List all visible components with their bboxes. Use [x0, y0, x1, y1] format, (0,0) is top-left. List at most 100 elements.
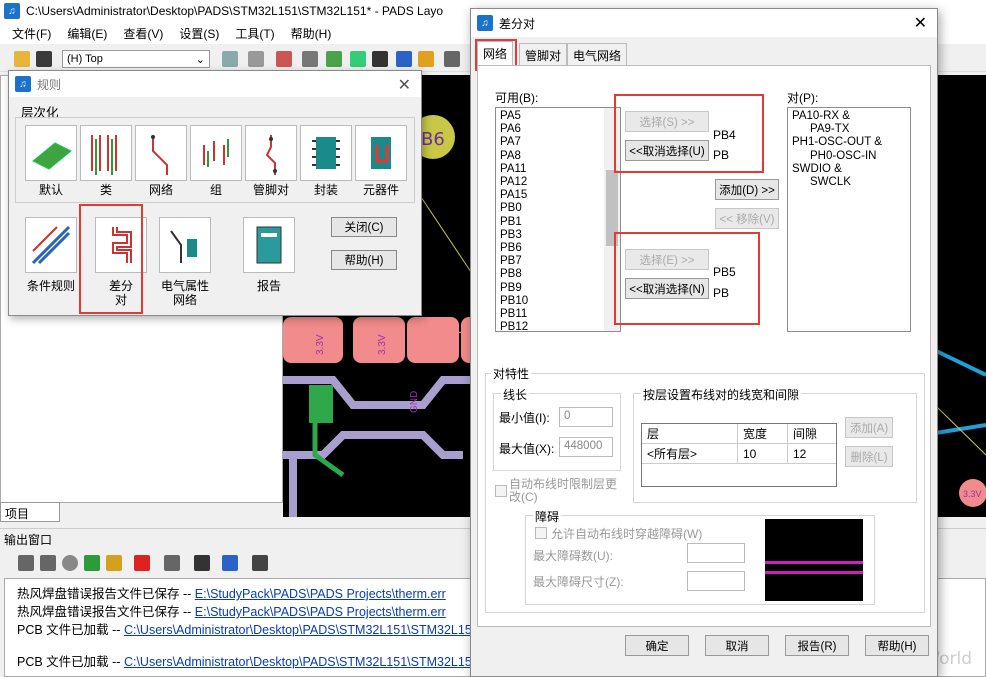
- table-delete-button[interactable]: 删除(L): [845, 446, 893, 467]
- list-item[interactable]: PA7: [500, 136, 600, 149]
- rule-footprint-button[interactable]: [300, 125, 352, 181]
- list-item[interactable]: PH1-OSC-OUT &: [792, 136, 906, 149]
- deselect-u-button[interactable]: <<取消选择(U): [625, 140, 709, 161]
- available-scrollbar[interactable]: [604, 108, 620, 331]
- pairs-listbox[interactable]: PA10-RX & PA9-TX PH1-OSC-OUT & PH0-OSC-I…: [787, 107, 911, 332]
- layer-dropdown[interactable]: (H) Top ⌄: [62, 50, 210, 68]
- list-item[interactable]: PA12: [500, 176, 600, 189]
- tab-net[interactable]: 网络: [477, 41, 514, 67]
- toolbar-tool-icon[interactable]: [326, 51, 342, 67]
- arrow-left-icon[interactable]: [18, 555, 34, 571]
- rule-component-button[interactable]: [355, 125, 407, 181]
- help-button[interactable]: 帮助(H): [865, 635, 929, 656]
- menu-view[interactable]: 查看(V): [123, 25, 163, 42]
- log-link[interactable]: E:\StudyPack\PADS\PADS Projects\therm.er…: [195, 605, 446, 619]
- save-icon[interactable]: [36, 51, 52, 67]
- rule-electrical-net-button[interactable]: [159, 217, 211, 273]
- list-item[interactable]: PH0-OSC-IN: [792, 150, 906, 163]
- toolbar-tool-icon[interactable]: [350, 51, 366, 67]
- close-icon[interactable]: ✕: [398, 75, 411, 95]
- rule-net-button[interactable]: [135, 125, 187, 181]
- table-cell[interactable]: 12: [788, 444, 836, 463]
- toolbar-tool-icon[interactable]: [372, 51, 388, 67]
- rule-diff-pair-button[interactable]: [95, 217, 147, 273]
- list-item[interactable]: PB1: [500, 216, 600, 229]
- log-link[interactable]: E:\StudyPack\PADS\PADS Projects\therm.er…: [195, 587, 446, 601]
- print-icon[interactable]: [164, 555, 180, 571]
- max-obstacle-size-input[interactable]: [687, 571, 745, 591]
- table-cell[interactable]: 10: [738, 444, 788, 463]
- list-item[interactable]: PA9-TX: [792, 123, 906, 136]
- select-e-button[interactable]: 选择(E) >>: [625, 249, 709, 270]
- rule-default-button[interactable]: [25, 125, 77, 181]
- arrow-right-icon[interactable]: [40, 555, 56, 571]
- close-button[interactable]: 关闭(C): [331, 217, 397, 237]
- log-link[interactable]: C:\Users\Administrator\Desktop\PADS\STM3…: [124, 623, 502, 637]
- list-item[interactable]: SWDIO &: [792, 163, 906, 176]
- scrollbar-thumb[interactable]: [606, 170, 618, 246]
- menu-setup[interactable]: 设置(S): [179, 25, 219, 42]
- rule-class-button[interactable]: [80, 125, 132, 181]
- macro-icon[interactable]: [222, 555, 238, 571]
- list-item[interactable]: PB12: [500, 321, 600, 331]
- list-item[interactable]: PA6: [500, 123, 600, 136]
- toolbar-tool-icon[interactable]: [418, 51, 434, 67]
- tab-electrical-net[interactable]: 电气网络: [567, 43, 628, 65]
- refresh-icon[interactable]: [84, 555, 100, 571]
- table-cell[interactable]: <所有层>: [642, 444, 738, 463]
- max-length-input[interactable]: 448000: [559, 437, 613, 457]
- allow-obstacle-checkbox[interactable]: [535, 527, 547, 539]
- list-item[interactable]: PA11: [500, 163, 600, 176]
- layer-width-table[interactable]: 层 宽度 间隙 <所有层> 10 12: [641, 423, 837, 487]
- ok-button[interactable]: 确定: [625, 635, 689, 656]
- list-item[interactable]: PB9: [500, 282, 600, 295]
- auto-route-limit-checkbox[interactable]: [495, 485, 507, 497]
- menu-help[interactable]: 帮助(H): [291, 25, 332, 42]
- list-item[interactable]: PB8: [500, 268, 600, 281]
- list-item[interactable]: SWCLK: [792, 176, 906, 189]
- delete-icon[interactable]: [134, 555, 150, 571]
- report-button[interactable]: 报告(R): [785, 635, 849, 656]
- available-listbox[interactable]: PA5 PA6 PA7 PA8 PA11 PA12 PA15 PB0 PB1 P…: [495, 107, 621, 332]
- rule-conditional-button[interactable]: [25, 217, 77, 273]
- list-item[interactable]: PA10-RX &: [792, 110, 906, 123]
- list-item[interactable]: PA8: [500, 150, 600, 163]
- tab-pin-pair[interactable]: 管脚对: [519, 43, 568, 65]
- list-icon[interactable]: [252, 555, 268, 571]
- cancel-button[interactable]: 取消: [705, 635, 769, 656]
- project-tab[interactable]: 项目: [0, 502, 60, 522]
- log-link[interactable]: C:\Users\Administrator\Desktop\PADS\STM3…: [124, 655, 502, 669]
- menu-file[interactable]: 文件(F): [12, 25, 51, 42]
- table-add-button[interactable]: 添加(A): [845, 417, 893, 438]
- rule-pin-pair-button[interactable]: [245, 125, 297, 181]
- help-button[interactable]: 帮助(H): [331, 250, 397, 270]
- open-folder-icon[interactable]: [14, 51, 30, 67]
- undo-icon[interactable]: [444, 51, 460, 67]
- find-icon[interactable]: [194, 555, 210, 571]
- list-item[interactable]: PA15: [500, 189, 600, 202]
- list-item[interactable]: PA5: [500, 110, 600, 123]
- list-item[interactable]: PB10: [500, 295, 600, 308]
- rule-group-button[interactable]: [190, 125, 242, 181]
- deselect-n-button[interactable]: <<取消选择(N): [625, 278, 709, 299]
- select-s-button[interactable]: 选择(S) >>: [625, 111, 709, 132]
- rule-report-button[interactable]: [243, 217, 295, 273]
- list-item[interactable]: PB6: [500, 242, 600, 255]
- list-item[interactable]: PB0: [500, 202, 600, 215]
- add-pair-button[interactable]: 添加(D) >>: [715, 179, 779, 200]
- toolbar-tool-icon[interactable]: [248, 51, 264, 67]
- list-item[interactable]: PB7: [500, 255, 600, 268]
- remove-pair-button[interactable]: << 移除(V): [715, 208, 779, 229]
- toolbar-tool-icon[interactable]: [302, 51, 318, 67]
- toolbar-tool-icon[interactable]: [222, 51, 238, 67]
- menu-edit[interactable]: 编辑(E): [67, 25, 107, 42]
- toolbar-tool-icon[interactable]: [276, 51, 292, 67]
- toolbar-tool-icon[interactable]: [396, 51, 412, 67]
- min-length-input[interactable]: 0: [559, 407, 613, 427]
- max-obstacle-count-input[interactable]: [687, 543, 745, 563]
- table-row[interactable]: <所有层> 10 12: [642, 444, 836, 464]
- home-icon[interactable]: [106, 555, 122, 571]
- list-item[interactable]: PB11: [500, 308, 600, 321]
- menu-tools[interactable]: 工具(T): [235, 25, 274, 42]
- list-item[interactable]: PB3: [500, 229, 600, 242]
